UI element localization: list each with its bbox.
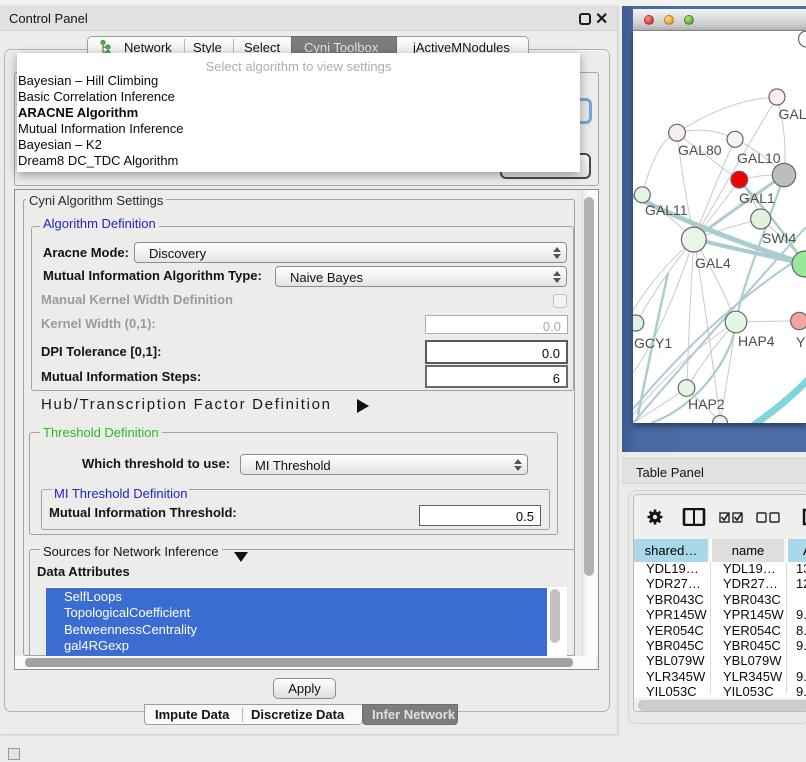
svg-text:Y: Y — [796, 334, 806, 350]
svg-text:GAL2: GAL2 — [779, 106, 806, 122]
svg-text:SWI4: SWI4 — [762, 230, 796, 246]
svg-text:GAL1: GAL1 — [739, 190, 775, 206]
svg-text:GAL10: GAL10 — [737, 150, 781, 166]
svg-text:GAL11: GAL11 — [645, 202, 688, 218]
svg-text:HAP2: HAP2 — [688, 396, 725, 412]
svg-text:GAL4: GAL4 — [695, 255, 731, 271]
svg-text:HAP4: HAP4 — [738, 333, 775, 349]
svg-text:GAL80: GAL80 — [678, 142, 722, 158]
svg-text:GCY1: GCY1 — [634, 335, 672, 351]
